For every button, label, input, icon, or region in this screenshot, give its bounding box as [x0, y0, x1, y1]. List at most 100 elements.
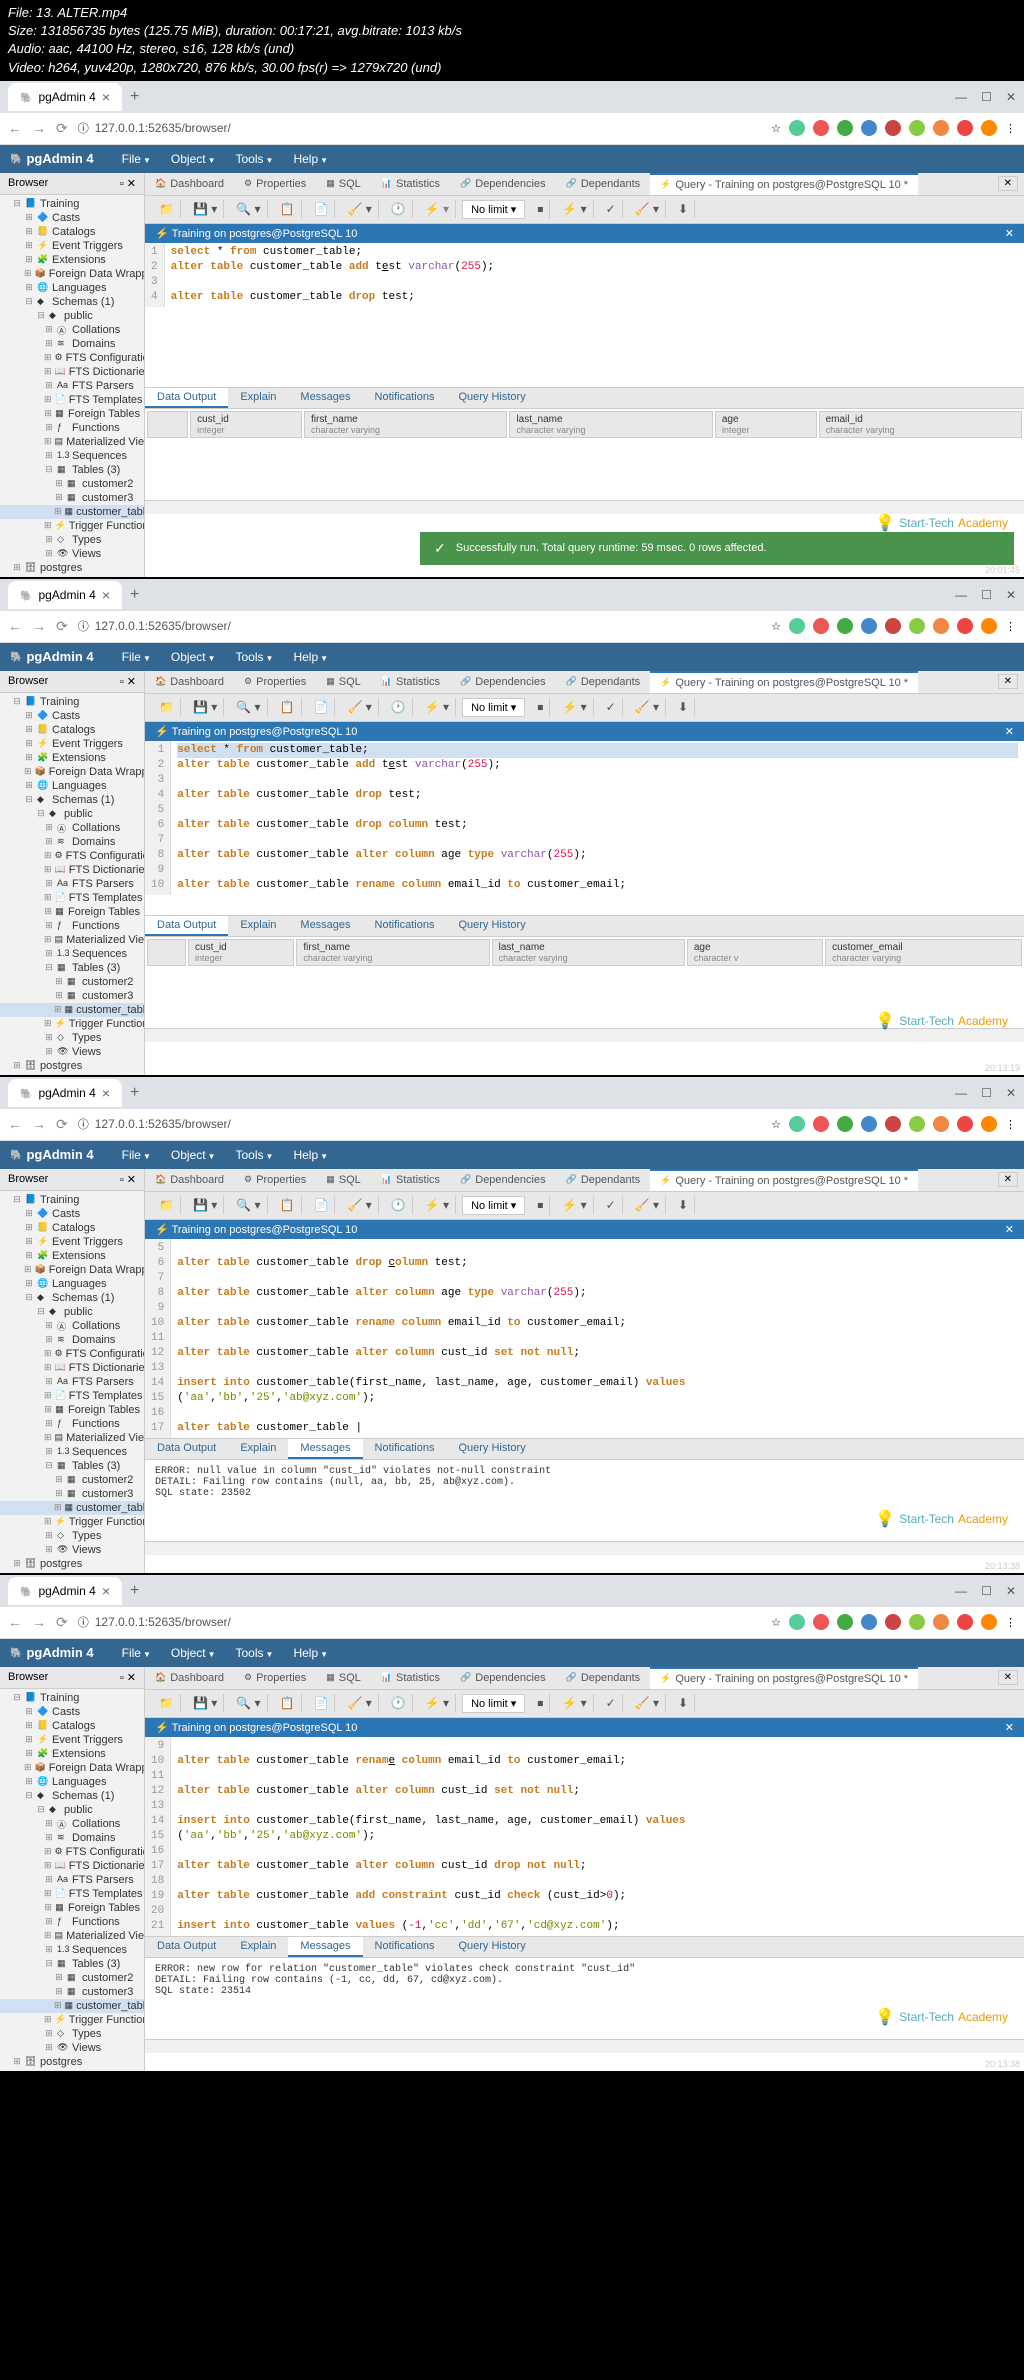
tree-toggle-icon[interactable]: ⊞ [12, 1060, 22, 1071]
close-tab-button[interactable]: ✕ [998, 1670, 1018, 1685]
tree-toggle-icon[interactable]: ⊞ [44, 2014, 52, 2025]
column-last_name[interactable]: last_namecharacter varying [509, 411, 712, 438]
tree-toggle-icon[interactable]: ⊞ [44, 948, 54, 959]
tab-statistics[interactable]: 📊Statistics [371, 1668, 450, 1688]
tree-toggle-icon[interactable]: ⊟ [24, 296, 34, 307]
tab-statistics[interactable]: 📊Statistics [371, 1170, 450, 1190]
tree-item-casts[interactable]: ⊞🔷Casts [0, 1705, 144, 1719]
tree-item-fts-templates[interactable]: ⊞📄FTS Templates [0, 891, 144, 905]
tab-notifications[interactable]: Notifications [363, 388, 447, 408]
tab-messages[interactable]: Messages [288, 388, 362, 408]
column-customer_email[interactable]: customer_emailcharacter varying [825, 939, 1022, 966]
tree-item-trigger-functions[interactable]: ⊞⚡Trigger Functions [0, 2013, 144, 2027]
tree-toggle-icon[interactable]: ⊞ [44, 850, 52, 861]
tree-item-sequences[interactable]: ⊞1.3Sequences [0, 1943, 144, 1957]
tree-toggle-icon[interactable]: ⊞ [54, 492, 64, 503]
tree-toggle-icon[interactable]: ⊟ [24, 1292, 34, 1303]
tree-toggle-icon[interactable]: ⊞ [44, 906, 52, 917]
tree-toggle-icon[interactable]: ⊞ [12, 1558, 22, 1569]
tree-toggle-icon[interactable]: ⊞ [24, 1776, 34, 1787]
tree-item-customer-table[interactable]: ⊞▦customer_table [0, 1501, 144, 1515]
tree-item-customer2[interactable]: ⊞▦customer2 [0, 1971, 144, 1985]
tree-toggle-icon[interactable]: ⊞ [54, 1004, 62, 1015]
tree-toggle-icon[interactable]: ⊞ [24, 268, 32, 279]
tree-item-casts[interactable]: ⊞🔷Casts [0, 1207, 144, 1221]
find-button[interactable]: 🔍 ▾ [230, 200, 267, 218]
menu-help[interactable]: Help▼ [285, 646, 336, 668]
tree-toggle-icon[interactable]: ⊟ [36, 808, 46, 819]
tree-item-postgres[interactable]: ⊞🗄postgres [0, 1059, 144, 1073]
tree-item-extensions[interactable]: ⊞🧩Extensions [0, 751, 144, 765]
tree-item-public[interactable]: ⊟◆public [0, 1803, 144, 1817]
browser-tab[interactable]: pgAdmin 4× [8, 1577, 122, 1605]
tree-toggle-icon[interactable]: ⊞ [44, 1446, 54, 1457]
tree-item-functions[interactable]: ⊞ƒFunctions [0, 1915, 144, 1929]
tree-item-collations[interactable]: ⊞ⒶCollations [0, 1817, 144, 1831]
tree-item-collations[interactable]: ⊞ⒶCollations [0, 323, 144, 337]
tab-dependencies[interactable]: 🔗Dependencies [450, 174, 556, 194]
column-age[interactable]: ageinteger [715, 411, 817, 438]
tree-item-trigger-functions[interactable]: ⊞⚡Trigger Functions [0, 1515, 144, 1529]
tab-statistics[interactable]: 📊Statistics [371, 174, 450, 194]
tree-item-views[interactable]: ⊞👁Views [0, 1543, 144, 1557]
browser-tab[interactable]: pgAdmin 4× [8, 1079, 122, 1107]
paste-button[interactable]: 📄 [308, 200, 336, 218]
address-input[interactable]: ⓘ 127.0.0.1:52635/browser/ [78, 120, 761, 136]
tree-item-materialized-views[interactable]: ⊞▤Materialized Views [0, 435, 144, 449]
tree-item-fts-templates[interactable]: ⊞📄FTS Templates [0, 393, 144, 407]
tab-data-output[interactable]: Data Output [145, 916, 228, 936]
reload-button[interactable]: ⟳ [56, 120, 68, 137]
menu-object[interactable]: Object▼ [163, 646, 224, 668]
tree-toggle-icon[interactable]: ⊞ [44, 324, 54, 335]
tab-dependants[interactable]: 🔗Dependants [556, 1170, 651, 1190]
tab-dashboard[interactable]: 🏠Dashboard [145, 174, 234, 194]
tree-toggle-icon[interactable]: ⊞ [44, 534, 54, 545]
tree-toggle-icon[interactable]: ⊟ [36, 310, 46, 321]
tree-item-trigger-functions[interactable]: ⊞⚡Trigger Functions [0, 1017, 144, 1031]
tree-toggle-icon[interactable]: ⊞ [24, 1236, 34, 1247]
tree-item-materialized-views[interactable]: ⊞▤Materialized Views [0, 1929, 144, 1943]
tree-item-schemas-1-[interactable]: ⊟◆Schemas (1) [0, 1291, 144, 1305]
commit-button[interactable]: ✓ [600, 200, 623, 218]
column-first_name[interactable]: first_namecharacter varying [296, 939, 489, 966]
tree-item-casts[interactable]: ⊞🔷Casts [0, 211, 144, 225]
tree-item-languages[interactable]: ⊞🌐Languages [0, 281, 144, 295]
tab-statistics[interactable]: 📊Statistics [371, 672, 450, 692]
tree-item-schemas-1-[interactable]: ⊟◆Schemas (1) [0, 1789, 144, 1803]
tree-toggle-icon[interactable]: ⊟ [44, 962, 54, 973]
tab-dependencies[interactable]: 🔗Dependencies [450, 672, 556, 692]
save-button[interactable]: 💾 ▾ [187, 200, 224, 218]
tree-item-domains[interactable]: ⊞≋Domains [0, 337, 144, 351]
tree-item-domains[interactable]: ⊞≋Domains [0, 1831, 144, 1845]
tree-item-fts-configurations[interactable]: ⊞⚙FTS Configurations [0, 1845, 144, 1859]
tree-toggle-icon[interactable]: ⊞ [44, 1362, 52, 1373]
tree-toggle-icon[interactable]: ⊞ [44, 1348, 52, 1359]
tree-item-postgres[interactable]: ⊞🗄postgres [0, 2055, 144, 2069]
tree-toggle-icon[interactable]: ⊞ [24, 1264, 32, 1275]
tree-item-trigger-functions[interactable]: ⊞⚡Trigger Functions [0, 519, 144, 533]
tree-item-languages[interactable]: ⊞🌐Languages [0, 779, 144, 793]
back-button[interactable]: ← [8, 120, 22, 136]
tree-item-fts-dictionaries[interactable]: ⊞📖FTS Dictionaries [0, 863, 144, 877]
tree-item-event-triggers[interactable]: ⊞⚡Event Triggers [0, 1235, 144, 1249]
reload-button[interactable]: ⟳ [56, 618, 68, 635]
tree-item-foreign-data-wrappers[interactable]: ⊞📦Foreign Data Wrappers [0, 267, 144, 281]
tree-item-customer2[interactable]: ⊞▦customer2 [0, 975, 144, 989]
tree-toggle-icon[interactable]: ⊞ [44, 1516, 52, 1527]
browser-tab[interactable]: pgAdmin 4× [8, 581, 122, 609]
tree-item-types[interactable]: ⊞◇Types [0, 1529, 144, 1543]
tree-toggle-icon[interactable]: ⊞ [44, 1902, 52, 1913]
tree-toggle-icon[interactable]: ⊞ [24, 212, 34, 223]
menu-tools[interactable]: Tools▼ [228, 148, 282, 170]
clear-button[interactable]: 🧹 ▾ [341, 200, 378, 218]
tree-toggle-icon[interactable]: ⊞ [24, 1720, 34, 1731]
tree-toggle-icon[interactable]: ⊞ [24, 780, 34, 791]
tree-item-functions[interactable]: ⊞ƒFunctions [0, 919, 144, 933]
tree-item-foreign-tables[interactable]: ⊞▦Foreign Tables [0, 1403, 144, 1417]
tree-toggle-icon[interactable]: ⊞ [54, 1502, 62, 1513]
history-button[interactable]: 🕐 [385, 200, 413, 218]
tree-toggle-icon[interactable]: ⊞ [44, 2028, 54, 2039]
tree-item-postgres[interactable]: ⊞🗄postgres [0, 1557, 144, 1571]
ext-icon[interactable] [789, 120, 805, 136]
tree-toggle-icon[interactable]: ⊞ [44, 1832, 54, 1843]
